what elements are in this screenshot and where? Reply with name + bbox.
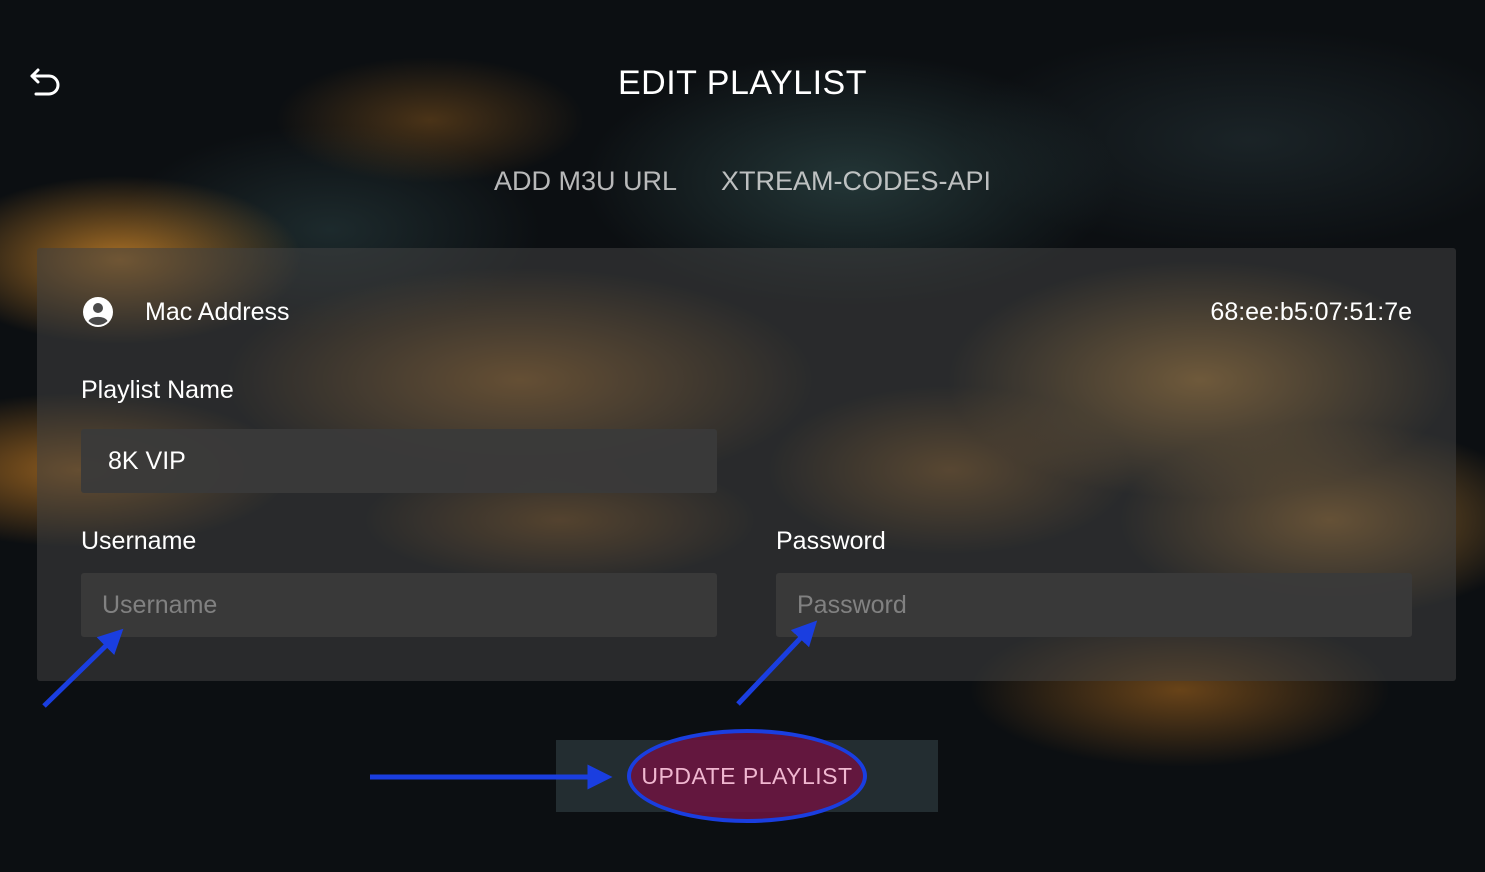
- arrow-to-username: [42, 628, 124, 708]
- annotation-overlay: [42, 620, 818, 790]
- arrow-to-password: [736, 620, 818, 706]
